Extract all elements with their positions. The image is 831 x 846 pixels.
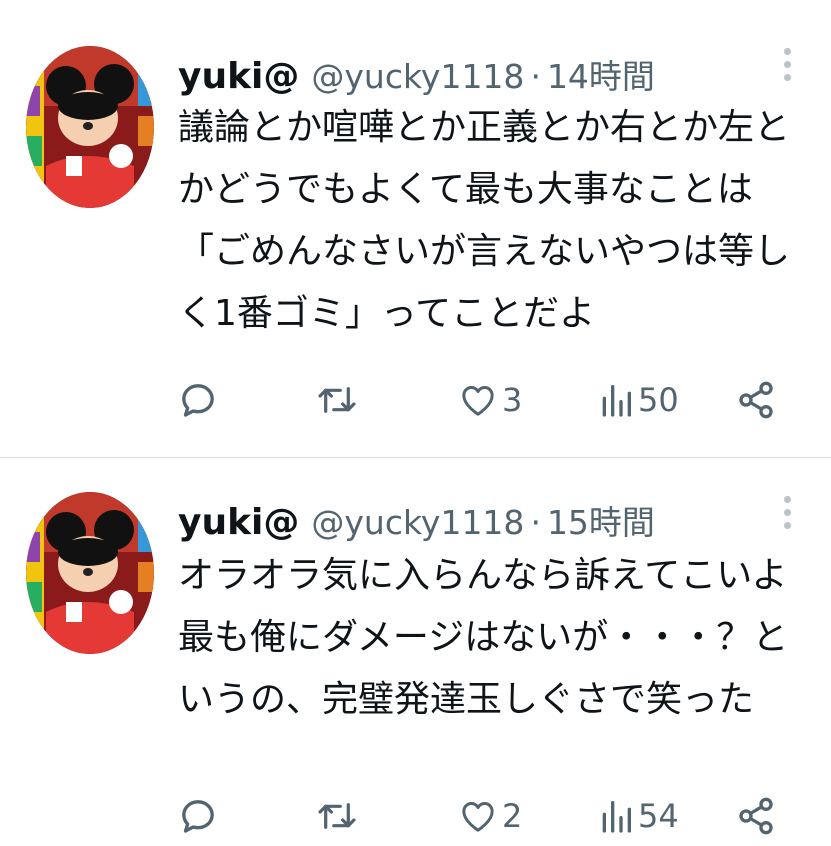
tweet-text: 議論とか喧嘩とか正義とか右とか左とかどうでもよくて最も大事なことは「ごめんなさい… bbox=[178, 107, 791, 334]
share-icon bbox=[739, 381, 773, 419]
timestamp[interactable]: 14時間 bbox=[547, 50, 655, 98]
tweet[interactable]: yuki@ @yucky1118 · 14時間 議論とか喧嘩とか正義とか右とか左… bbox=[0, 0, 831, 457]
share-button[interactable] bbox=[736, 370, 776, 430]
views-button[interactable]: 54 bbox=[598, 786, 679, 846]
tweet-header: yuki@ @yucky1118 · 14時間 bbox=[178, 50, 655, 98]
avatar[interactable] bbox=[26, 492, 154, 654]
like-button[interactable]: 2 bbox=[458, 786, 522, 846]
display-name[interactable]: yuki@ bbox=[178, 56, 299, 97]
user-handle[interactable]: @yucky1118 bbox=[311, 57, 524, 96]
tweet-text: オラオラ気に入らんなら訴えてこいよ最も俺にダメージはないが・・・？というの、完璧… bbox=[178, 555, 789, 720]
view-count: 50 bbox=[638, 381, 679, 419]
retweet-button[interactable] bbox=[316, 786, 362, 846]
avatar-image bbox=[26, 46, 154, 208]
like-count: 2 bbox=[502, 797, 523, 835]
more-vertical-icon[interactable] bbox=[772, 44, 802, 88]
share-icon bbox=[739, 797, 773, 835]
view-count: 54 bbox=[638, 797, 679, 835]
like-count: 3 bbox=[502, 381, 523, 419]
reply-button[interactable] bbox=[178, 370, 222, 430]
separator: · bbox=[530, 57, 541, 96]
separator: · bbox=[530, 503, 541, 542]
user-handle[interactable]: @yucky1118 bbox=[311, 503, 524, 542]
reply-button[interactable] bbox=[178, 786, 222, 846]
retweet-icon bbox=[318, 803, 356, 829]
tweet-header: yuki@ @yucky1118 · 15時間 bbox=[178, 496, 655, 544]
more-vertical-icon[interactable] bbox=[772, 492, 802, 536]
avatar-image bbox=[26, 492, 154, 654]
like-button[interactable]: 3 bbox=[458, 370, 522, 430]
reply-icon bbox=[182, 800, 214, 833]
heart-icon bbox=[462, 386, 494, 416]
retweet-icon bbox=[318, 387, 356, 413]
timestamp[interactable]: 15時間 bbox=[547, 496, 655, 544]
display-name[interactable]: yuki@ bbox=[178, 502, 299, 543]
views-button[interactable]: 50 bbox=[598, 370, 679, 430]
action-bar: 2 54 bbox=[178, 786, 778, 846]
tweet[interactable]: yuki@ @yucky1118 · 15時間 オラオラ気に入らんなら訴えてこい… bbox=[0, 458, 831, 835]
retweet-button[interactable] bbox=[316, 370, 362, 430]
avatar[interactable] bbox=[26, 46, 154, 208]
views-icon bbox=[602, 801, 631, 833]
share-button[interactable] bbox=[736, 786, 776, 846]
views-icon bbox=[602, 385, 631, 417]
reply-icon bbox=[182, 384, 214, 417]
action-bar: 3 50 bbox=[178, 370, 778, 430]
heart-icon bbox=[462, 802, 494, 832]
